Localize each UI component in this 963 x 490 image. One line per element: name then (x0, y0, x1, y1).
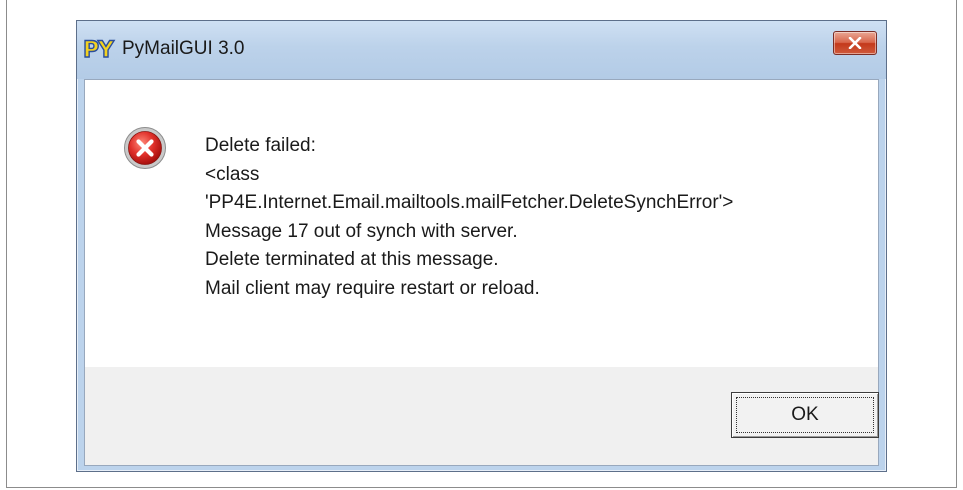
title-bar[interactable]: P Y PyMailGUI 3.0 (77, 21, 886, 79)
error-icon (124, 127, 166, 169)
message-line: Message 17 out of synch with server. (205, 220, 518, 242)
message-line: Delete failed: (205, 135, 316, 156)
ok-button[interactable]: OK (731, 392, 879, 438)
python-logo-icon: P Y (83, 37, 116, 62)
message-line: <class (205, 163, 260, 185)
message-line: Mail client may require restart or reloa… (205, 277, 540, 299)
close-button[interactable] (833, 31, 877, 55)
svg-text:Y: Y (97, 38, 115, 62)
ok-button-label: OK (791, 404, 819, 425)
message-text: Delete failed: <class 'PP4E.Internet.Ema… (205, 132, 733, 304)
window-title: PyMailGUI 3.0 (122, 38, 245, 59)
message-line: 'PP4E.Internet.Email.mailtools.mailFetch… (205, 192, 734, 214)
error-dialog: P Y PyMailGUI 3.0 Delete failed: <class … (76, 20, 887, 472)
button-bar: OK (85, 367, 879, 465)
svg-text:P: P (83, 38, 99, 62)
dialog-body: Delete failed: <class 'PP4E.Internet.Ema… (84, 79, 879, 466)
message-area: Delete failed: <class 'PP4E.Internet.Ema… (85, 80, 878, 367)
message-line: Delete terminated at this message. (205, 249, 499, 271)
close-icon (848, 37, 862, 49)
